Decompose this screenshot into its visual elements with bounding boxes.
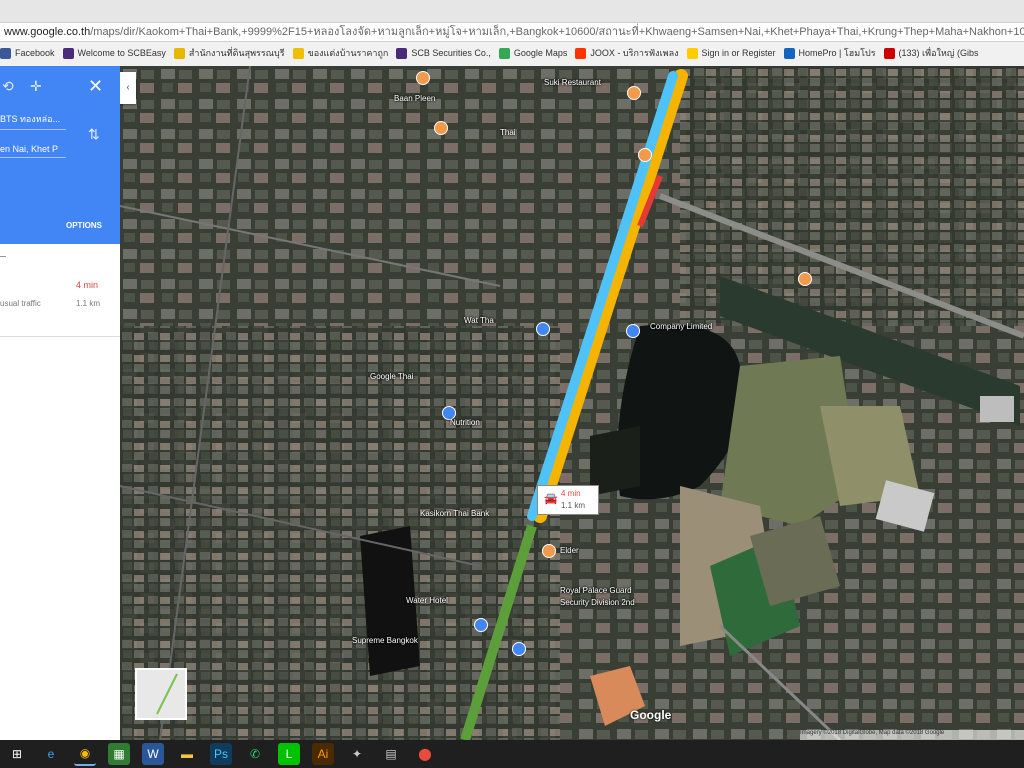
bookmark-item[interactable]: ของแต่งบ้านราคาถูก bbox=[292, 46, 388, 60]
map-label[interactable]: Thai bbox=[500, 128, 516, 137]
map-label[interactable]: Nutrition bbox=[450, 418, 480, 427]
map-label[interactable]: Baan Pleen bbox=[394, 94, 435, 103]
poi-pin-icon[interactable] bbox=[434, 121, 448, 135]
map-label[interactable]: Water Hotel bbox=[406, 596, 448, 605]
bookmark-item[interactable]: Google Maps bbox=[498, 47, 567, 59]
map-label[interactable]: Google Thai bbox=[370, 372, 413, 381]
map-attribution: Imagery ©2018 DigitalGlobe, Map data ©20… bbox=[800, 730, 1024, 740]
favicon-icon bbox=[575, 47, 587, 59]
url-host: www.google.co.th bbox=[4, 26, 91, 38]
poi-pin-icon[interactable] bbox=[536, 322, 550, 336]
close-icon[interactable]: ✕ bbox=[88, 76, 103, 97]
car-icon: 🚘 bbox=[544, 493, 558, 505]
poi-pin-icon[interactable] bbox=[627, 86, 641, 100]
route-distance: 1.1 km bbox=[76, 299, 101, 308]
photoshop-icon[interactable]: Ps bbox=[210, 743, 232, 765]
map-label[interactable]: Wat Tha bbox=[464, 316, 494, 325]
calc-icon[interactable]: ▤ bbox=[380, 743, 402, 765]
browser-chrome: www.google.co.th/maps/dir/Kaokom+Thai+Ba… bbox=[0, 0, 1024, 66]
poi-pin-icon[interactable] bbox=[638, 148, 652, 162]
poi-pin-icon[interactable] bbox=[798, 272, 812, 286]
map-label[interactable]: Security Division 2nd bbox=[560, 598, 635, 607]
route-info-box[interactable]: 🚘 4 min 1.1 km bbox=[537, 485, 599, 515]
destination-field[interactable]: en Nai, Khet P bbox=[0, 144, 66, 158]
bookmark-item[interactable]: Sign in or Register bbox=[686, 47, 776, 59]
map-label[interactable]: Royal Palace Guard bbox=[560, 586, 632, 595]
satellite-map[interactable]: ‹ Suki Restaurant Baan Pleen Thai Compan… bbox=[120, 66, 1024, 740]
route-box-distance: 1.1 km bbox=[561, 501, 586, 510]
url-path: /maps/dir/Kaokom+Thai+Bank,+9999%2F15+หล… bbox=[90, 26, 1024, 38]
favicon-icon bbox=[686, 47, 698, 59]
divider bbox=[0, 256, 6, 257]
map-label[interactable]: Company Limited bbox=[650, 322, 712, 331]
bookmark-item[interactable]: SCB Securities Co., bbox=[396, 47, 491, 59]
bookmark-item[interactable]: JOOX - บริการฟังเพลง bbox=[575, 46, 679, 60]
bookmark-item[interactable]: Facebook bbox=[0, 47, 55, 59]
maps-icon[interactable]: ⬤ bbox=[414, 743, 436, 765]
browser-tabstrip bbox=[0, 0, 1024, 22]
map-label[interactable]: Elder bbox=[560, 546, 579, 555]
favicon-icon bbox=[173, 47, 185, 59]
poi-pin-icon[interactable] bbox=[542, 544, 556, 558]
map-label[interactable]: Suki Restaurant bbox=[544, 78, 601, 87]
favicon-icon bbox=[498, 47, 510, 59]
word-icon[interactable]: W bbox=[142, 743, 164, 765]
swap-icon[interactable]: ⇅ bbox=[88, 126, 100, 143]
bookmark-item[interactable]: สำนักงานที่ดินสุพรรณบุรี bbox=[173, 46, 285, 60]
origin-field[interactable]: BTS ทองหล่อ... bbox=[0, 112, 66, 130]
car-mode-icon[interactable]: ⟲ bbox=[2, 78, 14, 95]
chrome-icon[interactable]: ◉ bbox=[74, 742, 96, 766]
poi-pin-icon[interactable] bbox=[474, 618, 488, 632]
bookmark-item[interactable]: HomePro | โฮมโปร bbox=[783, 46, 876, 60]
illustrator-icon[interactable]: Ai bbox=[312, 743, 334, 765]
favicon-icon bbox=[292, 47, 304, 59]
bookmark-item[interactable]: (133) เพื่อใหญ่ (Gibs bbox=[883, 46, 978, 60]
edge-icon[interactable]: e bbox=[40, 743, 62, 765]
favicon-icon bbox=[0, 47, 11, 59]
map-thumbnail-preview bbox=[156, 673, 178, 715]
poi-pin-icon[interactable] bbox=[626, 324, 640, 338]
collapse-panel-button[interactable]: ‹ bbox=[120, 72, 136, 104]
favicon-icon bbox=[883, 47, 895, 59]
poi-pin-icon[interactable] bbox=[512, 642, 526, 656]
map-type-thumbnail[interactable] bbox=[135, 668, 187, 720]
favicon-icon bbox=[62, 47, 74, 59]
route-note: usual traffic bbox=[0, 299, 41, 308]
options-button[interactable]: OPTIONS bbox=[66, 221, 102, 230]
bookmarks-bar: Facebook Welcome to SCBEasy สำนักงานที่ด… bbox=[0, 42, 1024, 64]
favicon-icon bbox=[783, 47, 795, 59]
map-label[interactable]: Kasikorn Thai Bank bbox=[420, 509, 489, 518]
explorer-icon[interactable]: ▬ bbox=[176, 743, 198, 765]
map-label[interactable]: Supreme Bangkok bbox=[352, 636, 418, 645]
map-imagery bbox=[120, 66, 1024, 740]
address-bar[interactable]: www.google.co.th/maps/dir/Kaokom+Thai+Ba… bbox=[0, 22, 1024, 42]
divider bbox=[0, 336, 120, 337]
poi-pin-icon[interactable] bbox=[416, 71, 430, 85]
route-time: 4 min bbox=[76, 280, 99, 290]
add-stop-icon[interactable]: ✛ bbox=[30, 78, 42, 95]
calculator-icon[interactable]: ▦ bbox=[108, 743, 130, 765]
directions-panel: ⟲ ✛ ✕ BTS ทองหล่อ... en Nai, Khet P ⇅ OP… bbox=[0, 66, 120, 740]
google-logo: Google bbox=[630, 708, 672, 722]
bookmark-item[interactable]: Welcome to SCBEasy bbox=[62, 47, 166, 59]
whatsapp-icon[interactable]: ✆ bbox=[244, 743, 266, 765]
windows-icon[interactable]: ⊞ bbox=[6, 743, 28, 765]
favicon-icon bbox=[396, 47, 408, 59]
line-icon[interactable]: L bbox=[278, 743, 300, 765]
route-box-time: 4 min bbox=[561, 489, 581, 498]
directions-header: ⟲ ✛ ✕ BTS ทองหล่อ... en Nai, Khet P ⇅ OP… bbox=[0, 66, 120, 244]
taskbar: ⊞ e ◉ ▦ W ▬ Ps ✆ L Ai ✦ ▤ ⬤ bbox=[0, 740, 1024, 768]
game-icon[interactable]: ✦ bbox=[346, 743, 368, 765]
